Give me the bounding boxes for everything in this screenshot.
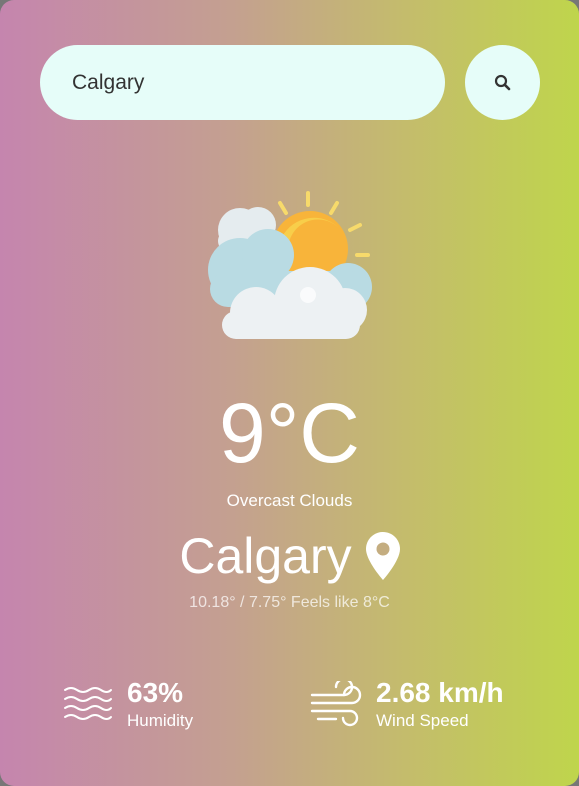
search-button[interactable] xyxy=(465,45,540,120)
wind-stat: 2.68 km/h Wind Speed xyxy=(310,676,504,732)
temperature: 9°C xyxy=(219,386,360,480)
search-input[interactable]: Calgary xyxy=(40,45,445,120)
location-pin-icon xyxy=(365,532,400,580)
humidity-value: 63% xyxy=(127,677,184,708)
humidity-waves-icon xyxy=(64,687,112,720)
humidity-stat: 63% Humidity xyxy=(63,676,193,732)
search-input-value: Calgary xyxy=(72,70,145,94)
search-icon xyxy=(494,74,510,90)
wind-icon xyxy=(310,681,362,727)
temperature-range: 10.18° / 7.75° Feels like 8°C xyxy=(189,594,390,611)
city-row: Calgary xyxy=(0,525,579,587)
city-name: Calgary xyxy=(179,528,352,584)
humidity-label: Humidity xyxy=(127,711,194,730)
weather-card: Calgary 9°C Overcast Clouds Calgary 10.1… xyxy=(0,0,579,786)
weather-description: Overcast Clouds xyxy=(226,491,353,510)
wind-value: 2.68 km/h xyxy=(376,677,504,708)
wind-label: Wind Speed xyxy=(376,711,469,730)
partly-cloudy-sun-icon xyxy=(208,191,372,339)
